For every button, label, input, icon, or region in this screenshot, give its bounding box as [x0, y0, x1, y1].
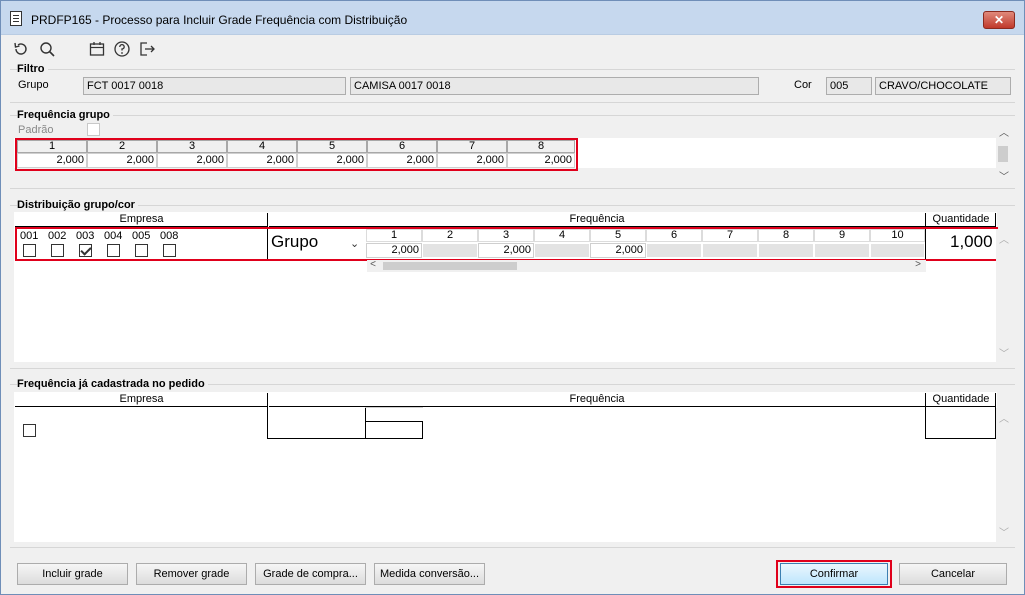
scroll-left-icon[interactable]: < — [367, 259, 379, 270]
document-icon — [10, 11, 22, 26]
col-empresa: Empresa — [15, 213, 268, 227]
cancelar-button[interactable]: Cancelar — [899, 563, 1007, 585]
scroll-down-icon[interactable]: ﹀ — [996, 345, 1012, 360]
frequencia-grupo-label: Frequência grupo — [17, 109, 113, 121]
cor-code-field[interactable]: 005 — [826, 77, 872, 95]
cadastrada-scrollbar[interactable]: ︿ ﹀ — [996, 408, 1012, 542]
divider — [365, 421, 423, 422]
title-bar: PRDFP165 - Processo para Incluir Grade F… — [1, 1, 1024, 35]
grupo-code-field[interactable]: FCT 0017 0018 — [83, 77, 346, 95]
col-frequencia: Frequência — [269, 393, 925, 407]
padrao-checkbox[interactable] — [87, 123, 100, 136]
scroll-down-icon[interactable]: ﹀ — [996, 524, 1012, 539]
grupo-label: Grupo — [18, 79, 49, 91]
padrao-label: Padrão — [18, 124, 54, 136]
close-button[interactable]: ✕ — [983, 11, 1015, 29]
divider — [995, 213, 996, 227]
frequencia-grupo-scrollbar[interactable]: ︿ ﹀ — [996, 122, 1012, 184]
cor-desc-field[interactable]: CRAVO/CHOCOLATE — [875, 77, 1011, 95]
frequencia-cadastrada-label: Frequência já cadastrada no pedido — [17, 378, 208, 390]
divider — [365, 407, 423, 408]
horizontal-scrollbar[interactable]: < > — [367, 259, 926, 272]
scroll-thumb[interactable] — [998, 146, 1008, 162]
toolbar — [1, 36, 1024, 62]
col-quantidade: Quantidade — [926, 213, 996, 227]
highlight-distribuicao-row — [15, 227, 998, 261]
scroll-up-icon[interactable]: ︿ — [996, 410, 1012, 425]
divider — [925, 438, 996, 439]
refresh-icon[interactable] — [12, 40, 30, 58]
help-icon[interactable] — [113, 40, 131, 58]
cor-label: Cor — [794, 79, 812, 91]
divider — [365, 407, 366, 439]
highlight-frequencia-grupo — [15, 138, 578, 171]
divider — [925, 393, 926, 439]
filtro-label: Filtro — [17, 63, 48, 75]
distribuicao-label: Distribuição grupo/cor — [17, 199, 138, 211]
col-frequencia: Frequência — [269, 213, 925, 227]
grupo-desc-field[interactable]: CAMISA 0017 0018 — [350, 77, 759, 95]
distribuicao-scrollbar[interactable]: ︿ ﹀ — [996, 229, 1012, 363]
divider — [267, 393, 268, 439]
scroll-thumb[interactable] — [383, 262, 517, 270]
grade-compra-button[interactable]: Grade de compra... — [255, 563, 366, 585]
incluir-grade-button[interactable]: Incluir grade — [17, 563, 128, 585]
scroll-up-icon[interactable]: ︿ — [996, 124, 1012, 139]
scroll-up-icon[interactable]: ︿ — [996, 231, 1012, 246]
col-quantidade: Quantidade — [926, 393, 996, 407]
frequencia-cadastrada-grid — [14, 392, 997, 542]
scroll-right-icon[interactable]: > — [912, 259, 924, 270]
calendar-icon[interactable] — [88, 40, 106, 58]
app-window: PRDFP165 - Processo para Incluir Grade F… — [0, 0, 1025, 595]
cadastrada-checkbox[interactable] — [23, 424, 36, 437]
scroll-down-icon[interactable]: ﹀ — [996, 168, 1012, 183]
exit-icon[interactable] — [138, 40, 156, 58]
medida-conversao-button[interactable]: Medida conversão... — [374, 563, 485, 585]
highlight-confirmar — [776, 560, 892, 588]
search-icon[interactable] — [38, 40, 56, 58]
col-empresa: Empresa — [15, 393, 268, 407]
divider — [422, 421, 423, 439]
remover-grade-button[interactable]: Remover grade — [136, 563, 247, 585]
window-title: PRDFP165 - Processo para Incluir Grade F… — [31, 13, 408, 27]
divider — [267, 438, 423, 439]
